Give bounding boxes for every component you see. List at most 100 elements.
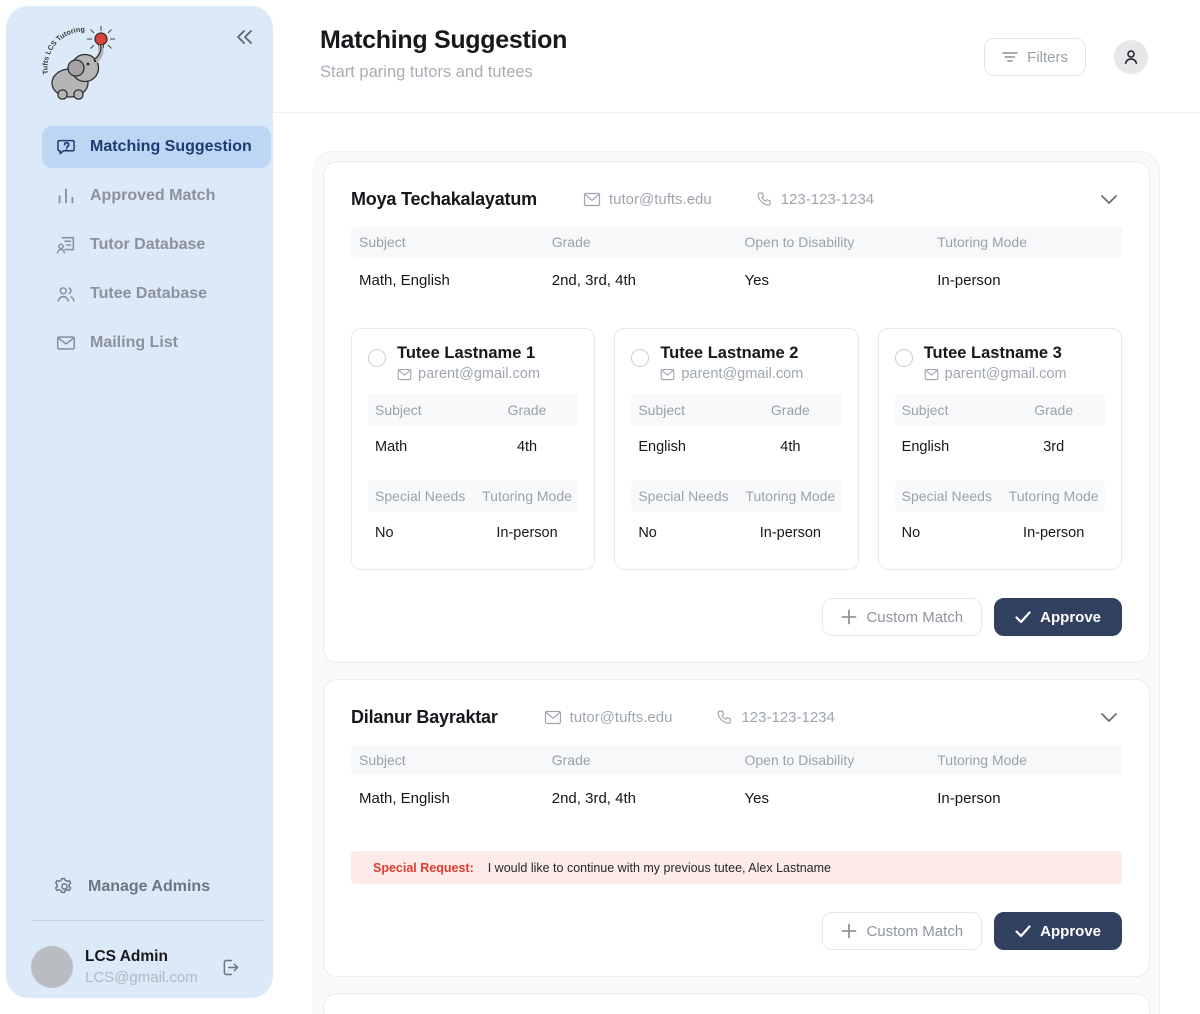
envelope-icon bbox=[660, 368, 675, 381]
app-logo: Tufts LCS Tutoring bbox=[38, 22, 122, 110]
approve-button[interactable]: Approve bbox=[994, 912, 1122, 950]
sidebar-item-label: Tutee Database bbox=[90, 285, 207, 303]
envelope-icon bbox=[544, 710, 562, 725]
user-email: LCS@gmail.com bbox=[85, 969, 217, 986]
col-grade: Grade bbox=[476, 402, 579, 418]
col-disability: Open to Disability bbox=[737, 234, 930, 250]
val-subject: Math, English bbox=[351, 272, 544, 289]
page-subtitle: Start paring tutors and tutees bbox=[320, 63, 533, 82]
tutee-email: parent@gmail.com bbox=[397, 366, 540, 382]
sidebar-item-label: Tutor Database bbox=[90, 236, 205, 254]
sidebar-item-label: Mailing List bbox=[90, 334, 178, 352]
col-grade: Grade bbox=[544, 752, 737, 768]
header-avatar-button[interactable] bbox=[1114, 40, 1148, 74]
col-grade: Grade bbox=[739, 402, 842, 418]
main-header: Matching Suggestion Start paring tutors … bbox=[273, 0, 1200, 113]
tutee-radio[interactable] bbox=[631, 349, 649, 367]
card-actions: Custom Match Approve bbox=[351, 598, 1122, 636]
tutee-card: Tutee Lastname 1 parent@gmail.com Subjec… bbox=[351, 328, 595, 570]
val-grade: 3rd bbox=[1002, 439, 1105, 455]
tutor-card-header: Dilanur Bayraktar tutor@tufts.edu 123-12… bbox=[351, 704, 1122, 730]
logout-icon[interactable] bbox=[217, 954, 243, 980]
tutor-cards-container: Moya Techakalayatum tutor@tufts.edu 123-… bbox=[313, 151, 1160, 1014]
val-subject: English bbox=[631, 439, 739, 455]
sidebar-item-tutor-database[interactable]: Tutor Database bbox=[42, 224, 271, 266]
tutor-table-values: Math, English 2nd, 3rd, 4th Yes In-perso… bbox=[351, 257, 1122, 303]
col-subject: Subject bbox=[351, 234, 544, 250]
val-special-needs: No bbox=[368, 525, 476, 541]
sidebar-item-approved-match[interactable]: Approved Match bbox=[42, 175, 271, 217]
col-grade: Grade bbox=[1002, 402, 1105, 418]
val-mode: In-person bbox=[739, 525, 842, 541]
val-subject: English bbox=[895, 439, 1003, 455]
envelope-icon bbox=[924, 368, 939, 381]
sidebar-item-mailing-list[interactable]: Mailing List bbox=[42, 322, 271, 364]
tutor-card: Dilanur Bayraktar tutor@tufts.edu 123-12… bbox=[323, 679, 1150, 977]
tutee-radio[interactable] bbox=[895, 349, 913, 367]
col-disability: Open to Disability bbox=[737, 752, 930, 768]
tutee-name: Tutee Lastname 3 bbox=[924, 344, 1067, 363]
phone-icon bbox=[716, 709, 733, 726]
special-request-text: I would like to continue with my previou… bbox=[488, 861, 831, 875]
col-mode: Tutoring Mode bbox=[929, 752, 1122, 768]
special-request-label: Special Request: bbox=[373, 861, 474, 875]
approve-button[interactable]: Approve bbox=[994, 598, 1122, 636]
val-subject: Math bbox=[368, 439, 476, 455]
tutor-table-header: Subject Grade Open to Disability Tutorin… bbox=[351, 227, 1122, 257]
tutee-email-text: parent@gmail.com bbox=[418, 366, 540, 382]
val-disability: Yes bbox=[737, 272, 930, 289]
sidebar-item-matching-suggestion[interactable]: Matching Suggestion bbox=[42, 126, 271, 168]
col-special-needs: Special Needs bbox=[631, 488, 739, 504]
tutor-email-text: tutor@tufts.edu bbox=[570, 709, 673, 726]
val-grade: 2nd, 3rd, 4th bbox=[544, 272, 737, 289]
approve-label: Approve bbox=[1040, 923, 1101, 940]
plus-icon bbox=[841, 609, 857, 625]
sidebar-divider bbox=[31, 920, 265, 921]
chevron-down-icon[interactable] bbox=[1096, 186, 1122, 212]
val-subject: Math, English bbox=[351, 790, 544, 807]
val-grade: 2nd, 3rd, 4th bbox=[544, 790, 737, 807]
tutee-email: parent@gmail.com bbox=[924, 366, 1067, 382]
col-mode: Tutoring Mode bbox=[739, 488, 842, 504]
tutor-email: tutor@tufts.edu bbox=[544, 709, 673, 726]
sidebar-item-tutee-database[interactable]: Tutee Database bbox=[42, 273, 271, 315]
sidebar-collapse-icon[interactable] bbox=[231, 24, 257, 50]
user-name: LCS Admin bbox=[85, 948, 217, 966]
custom-match-button[interactable]: Custom Match bbox=[822, 912, 982, 950]
tutee-email-text: parent@gmail.com bbox=[681, 366, 803, 382]
tutor-info-table: Subject Grade Open to Disability Tutorin… bbox=[351, 745, 1122, 821]
tutor-table-values: Math, English 2nd, 3rd, 4th Yes In-perso… bbox=[351, 775, 1122, 821]
envelope-icon bbox=[583, 192, 601, 207]
tutee-card: Tutee Lastname 2 parent@gmail.com Subjec… bbox=[614, 328, 858, 570]
col-subject: Subject bbox=[895, 402, 1003, 418]
gear-icon bbox=[54, 876, 75, 897]
sidebar-item-label: Approved Match bbox=[90, 187, 215, 205]
user-avatar bbox=[31, 946, 73, 988]
bar-chart-icon bbox=[54, 184, 78, 208]
tutor-email-text: tutor@tufts.edu bbox=[609, 191, 712, 208]
custom-match-button[interactable]: Custom Match bbox=[822, 598, 982, 636]
tutee-name: Tutee Lastname 2 bbox=[660, 344, 803, 363]
tutee-email-text: parent@gmail.com bbox=[945, 366, 1067, 382]
page-title: Matching Suggestion bbox=[320, 26, 567, 55]
tutor-table-header: Subject Grade Open to Disability Tutorin… bbox=[351, 745, 1122, 775]
sidebar: Tufts LCS Tutoring bbox=[6, 6, 273, 998]
envelope-icon bbox=[397, 368, 412, 381]
special-request-banner: Special Request: I would like to continu… bbox=[351, 851, 1122, 884]
person-icon bbox=[1121, 47, 1141, 67]
col-special-needs: Special Needs bbox=[895, 488, 1003, 504]
tutee-radio[interactable] bbox=[368, 349, 386, 367]
tutee-card: Tutee Lastname 3 parent@gmail.com Subjec… bbox=[878, 328, 1122, 570]
val-special-needs: No bbox=[631, 525, 739, 541]
chevron-down-icon[interactable] bbox=[1096, 704, 1122, 730]
tutee-email: parent@gmail.com bbox=[660, 366, 803, 382]
val-mode: In-person bbox=[929, 790, 1122, 807]
tutor-info-table: Subject Grade Open to Disability Tutorin… bbox=[351, 227, 1122, 303]
manage-admins-button[interactable]: Manage Admins bbox=[54, 876, 210, 897]
chat-question-icon bbox=[54, 135, 78, 159]
val-grade: 4th bbox=[739, 439, 842, 455]
tutor-phone-text: 123-123-1234 bbox=[741, 709, 834, 726]
tutee-suggestions: Tutee Lastname 1 parent@gmail.com Subjec… bbox=[351, 328, 1122, 570]
plus-icon bbox=[841, 923, 857, 939]
filters-button[interactable]: Filters bbox=[984, 38, 1086, 76]
